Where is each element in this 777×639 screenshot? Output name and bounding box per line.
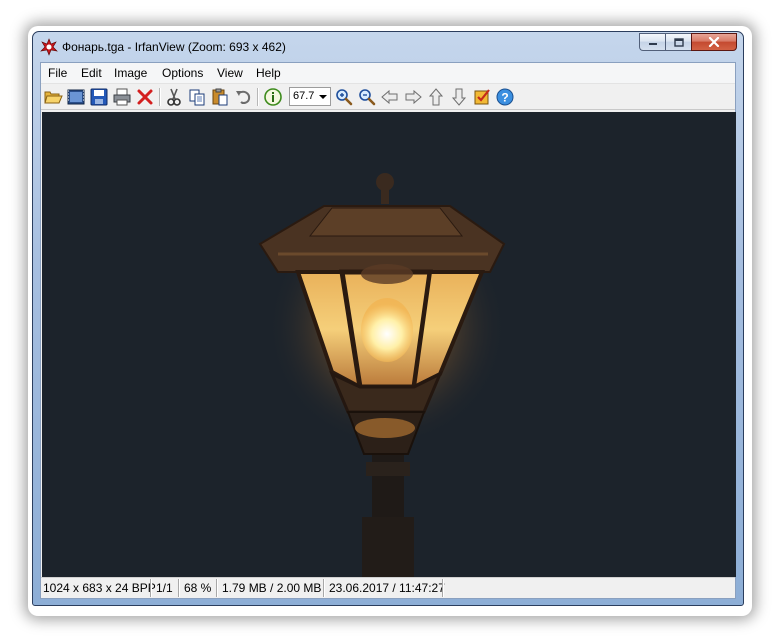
- close-button[interactable]: [691, 33, 737, 51]
- status-zoom: 68 %: [184, 581, 212, 595]
- zoom-out-icon[interactable]: [357, 87, 377, 107]
- svg-text:?: ?: [501, 91, 508, 105]
- menu-help[interactable]: Help: [256, 66, 281, 80]
- menu-bar: File Edit Image Options View Help: [41, 63, 735, 84]
- maximize-button[interactable]: [665, 33, 691, 51]
- zoom-value: 67.7: [293, 90, 315, 102]
- status-divider: [323, 579, 324, 597]
- menu-edit[interactable]: Edit: [81, 66, 102, 80]
- image-viewport[interactable]: [42, 112, 736, 577]
- next-icon[interactable]: [403, 87, 423, 107]
- previous-icon[interactable]: [380, 87, 400, 107]
- print-icon[interactable]: [112, 87, 132, 107]
- previous-file-icon[interactable]: [426, 87, 446, 107]
- street-lamp-photo: [42, 112, 736, 577]
- info-icon[interactable]: [263, 87, 283, 107]
- menu-file[interactable]: File: [48, 66, 67, 80]
- status-memory: 1.79 MB / 2.00 MB: [222, 581, 322, 595]
- status-divider: [150, 579, 151, 597]
- cut-icon[interactable]: [164, 87, 184, 107]
- thumbnails-icon[interactable]: [66, 87, 86, 107]
- zoom-dropdown[interactable]: 67.7: [289, 87, 331, 106]
- menu-options[interactable]: Options: [162, 66, 203, 80]
- copy-icon[interactable]: [187, 87, 207, 107]
- caption-buttons: [639, 33, 737, 52]
- properties-icon[interactable]: [472, 87, 492, 107]
- status-bar: 1024 x 683 x 24 BPP 1/1 68 % 1.79 MB / 2…: [41, 577, 735, 598]
- delete-icon[interactable]: [135, 87, 155, 107]
- save-icon[interactable]: [89, 87, 109, 107]
- status-dimensions: 1024 x 683 x 24 BPP: [43, 581, 156, 595]
- next-file-icon[interactable]: [449, 87, 469, 107]
- minimize-icon: [648, 43, 657, 45]
- zoom-in-icon[interactable]: [334, 87, 354, 107]
- toolbar-separator: [159, 88, 160, 106]
- undo-icon[interactable]: [233, 87, 253, 107]
- title-bar[interactable]: Фонарь.tga - IrfanView (Zoom: 693 x 462): [33, 32, 743, 62]
- menu-view[interactable]: View: [217, 66, 243, 80]
- maximize-icon: [673, 37, 684, 47]
- status-divider: [216, 579, 217, 597]
- paste-icon[interactable]: [210, 87, 230, 107]
- toolbar-separator: [257, 88, 258, 106]
- client-area: File Edit Image Options View Help 67.7 ?…: [40, 62, 736, 599]
- help-icon[interactable]: ?: [495, 87, 515, 107]
- menu-image[interactable]: Image: [114, 66, 147, 80]
- close-icon: [708, 37, 720, 47]
- status-divider: [178, 579, 179, 597]
- irfanview-app-icon[interactable]: [40, 38, 58, 56]
- status-divider: [442, 579, 443, 597]
- open-icon[interactable]: [43, 87, 63, 107]
- window-title: Фонарь.tga - IrfanView (Zoom: 693 x 462): [62, 40, 286, 54]
- chevron-down-icon[interactable]: [319, 95, 327, 99]
- toolbar: 67.7 ?: [41, 84, 735, 110]
- status-datetime: 23.06.2017 / 11:47:27: [329, 581, 445, 595]
- irfanview-window: Фонарь.tga - IrfanView (Zoom: 693 x 462)…: [32, 31, 744, 606]
- minimize-button[interactable]: [639, 33, 665, 51]
- status-page: 1/1: [156, 581, 173, 595]
